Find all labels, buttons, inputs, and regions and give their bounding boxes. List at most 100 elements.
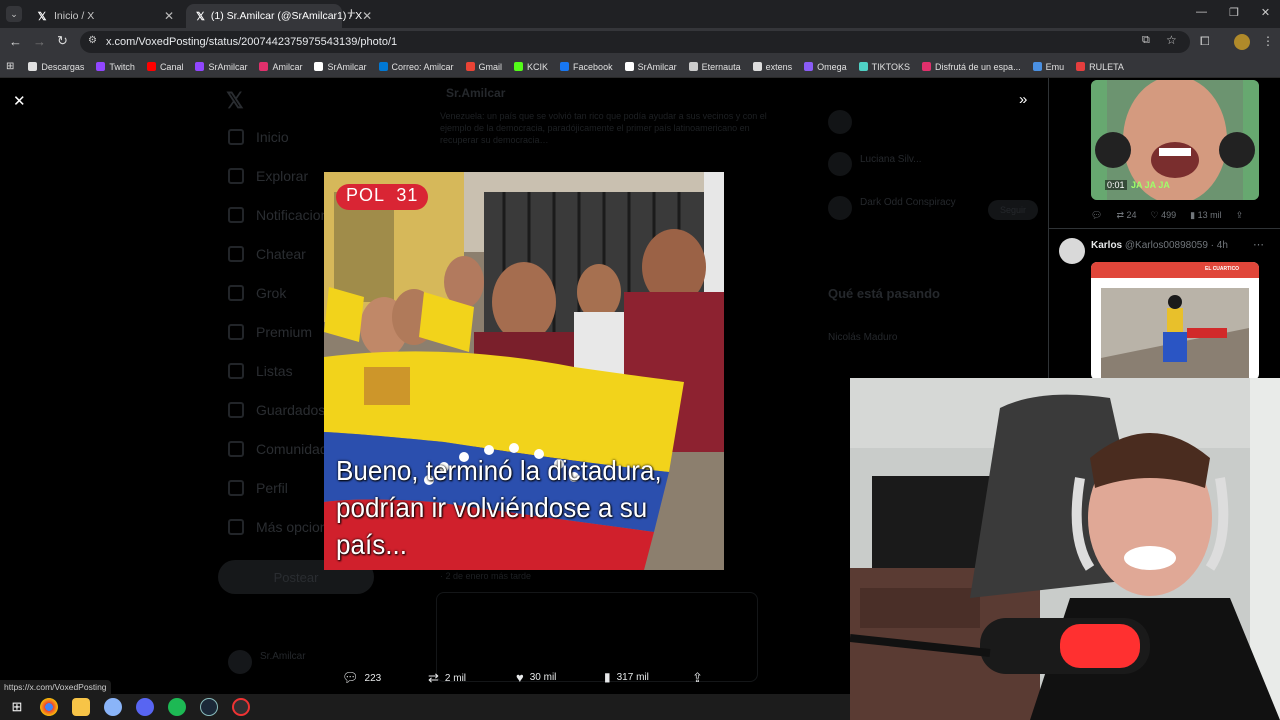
bookmark-item[interactable]: Descargas <box>28 62 84 72</box>
steam-icon[interactable] <box>200 698 218 716</box>
sidebar-item-label: Perfil <box>256 480 288 496</box>
bookmark-item[interactable]: Emu <box>1032 61 1065 72</box>
bookmark-item[interactable]: Correo: Amilcar <box>378 62 454 72</box>
background-post-note: · 2 de enero más tarde <box>440 571 532 581</box>
close-media-icon[interactable]: ✕ <box>13 92 26 110</box>
sidebar-item-label: Inicio <box>256 129 289 145</box>
like-action[interactable]: ♥ 30 mil <box>516 670 556 685</box>
right-feed-column: 0:01 JA JA JA 💬︎ ⇄ 24 ♡ 499 ▮ 13 mil ⇪ K… <box>1048 78 1280 380</box>
reply-action[interactable]: 💬︎ 223 <box>342 670 381 686</box>
repost-stat[interactable]: ⇄ 24 <box>1116 210 1136 221</box>
sidebar-item[interactable]: Premium <box>228 324 312 340</box>
bookmark-item[interactable]: SrAmilcar <box>624 62 677 72</box>
reply-count: 223 <box>364 672 382 684</box>
views-count: 317 mil <box>616 671 649 683</box>
address-bar[interactable]: ⚙ x.com/VoxedPosting/status/200744237597… <box>80 31 1190 53</box>
bookmark-item[interactable]: KCIK <box>514 62 548 72</box>
bookmark-item[interactable]: Facebook <box>560 62 613 72</box>
sidebar-item[interactable]: Grok <box>228 285 286 301</box>
minimize-icon[interactable]: — <box>1196 6 1207 19</box>
tab-inicio[interactable]: 𝕏 Inicio / X ✕ <box>26 4 184 28</box>
sidebar-item-label: Premium <box>256 324 313 340</box>
bookmark-item[interactable]: Omega <box>804 62 847 72</box>
views-action[interactable]: ▮ 317 mil <box>604 670 649 684</box>
tweet2-more-icon[interactable]: ⋯ <box>1253 238 1264 251</box>
bookmark-favicon-icon <box>922 62 932 71</box>
background-post-text: Venezuela: un país que se volvió tan ric… <box>440 111 767 145</box>
tab-sramilcar[interactable]: 𝕏 (1) Sr.Amilcar (@SrAmilcar1) / X ✕ <box>186 4 372 28</box>
new-tab-button[interactable]: + <box>347 5 356 22</box>
file-explorer-icon[interactable] <box>72 698 90 716</box>
sidebar-item-label: Chatear <box>256 246 306 262</box>
menu-icon[interactable]: ⋮ <box>1262 34 1274 48</box>
expand-sidebar-icon[interactable]: » <box>1019 91 1027 108</box>
bookmark-favicon-icon <box>752 62 762 71</box>
account-avatar[interactable] <box>228 650 252 674</box>
bookmark-star-icon[interactable]: ☆ <box>1166 33 1177 47</box>
spotify-icon[interactable] <box>168 698 186 716</box>
bookmark-item[interactable]: Twitch <box>96 62 135 72</box>
discord-icon[interactable] <box>136 698 154 716</box>
extensions-icon[interactable]: ⧠ <box>1200 34 1210 49</box>
like-stat[interactable]: ♡ 499 <box>1151 210 1177 221</box>
bookmark-favicon-icon <box>624 62 634 71</box>
follow-button[interactable]: Seguir <box>988 200 1038 220</box>
site-info-icon[interactable]: ⚙ <box>88 35 97 46</box>
x-logo-icon: 𝕏 <box>37 10 47 23</box>
windows-start-icon[interactable]: ⊞ <box>8 698 26 716</box>
sidebar-item[interactable]: Inicio <box>228 129 289 145</box>
sidebar-item[interactable]: Listas <box>228 363 293 379</box>
apps-grid-icon[interactable]: ⊞ <box>6 61 14 72</box>
close-window-icon[interactable]: ✕ <box>1261 6 1270 19</box>
tweet2-image[interactable]: EL CUARTICO <box>1091 262 1259 380</box>
paint-app-icon[interactable] <box>104 698 122 716</box>
reload-icon[interactable]: ↻ <box>57 33 68 49</box>
sidebar-item[interactable]: Guardados <box>228 402 325 418</box>
tweet2-author[interactable]: Karlos <box>1091 240 1122 251</box>
nav-icon <box>228 324 244 340</box>
bookmark-item[interactable]: SrAmilcar <box>195 62 247 72</box>
bookmark-label: Emu <box>1045 61 1065 72</box>
bookmark-item[interactable]: SrAmilcar <box>314 62 367 72</box>
share-icon[interactable]: ⇪ <box>692 670 703 686</box>
obs-icon[interactable] <box>232 698 250 716</box>
share-icon[interactable]: ⇪ <box>1236 210 1244 221</box>
bookmark-label: Descargas <box>41 61 85 72</box>
views-stat[interactable]: ▮ 13 mil <box>1190 210 1221 221</box>
close-tab-icon[interactable]: ✕ <box>164 9 174 23</box>
bookmark-favicon-icon <box>804 62 814 71</box>
restore-icon[interactable]: ❐ <box>1229 6 1239 19</box>
bookmark-item[interactable]: RULETA <box>1076 62 1124 72</box>
x-home-logo-icon[interactable]: 𝕏 <box>226 88 244 114</box>
media-caption: Bueno, terminó la dictadura, podrían ir … <box>336 455 662 560</box>
profile-avatar[interactable] <box>1234 34 1250 50</box>
reply-icon[interactable]: 💬︎ <box>1091 210 1102 221</box>
card-brand: EL CUARTICO <box>1205 266 1240 272</box>
trend-item[interactable]: Nicolás Maduro <box>828 332 897 343</box>
bookmark-item[interactable]: TIKTOKS <box>858 62 910 72</box>
chrome-icon[interactable] <box>40 698 58 716</box>
tab-search-button[interactable]: ⌄ <box>6 6 22 22</box>
forward-icon[interactable]: → <box>33 34 46 49</box>
nav-icon <box>228 129 244 145</box>
bookmark-item[interactable]: extens <box>752 62 792 72</box>
bookmark-item[interactable]: Canal <box>146 61 184 72</box>
tweet2-avatar[interactable] <box>1059 238 1085 264</box>
bookmark-item[interactable]: Disfrutá de un espa... <box>922 62 1021 72</box>
bookmark-item[interactable]: Gmail <box>465 62 502 72</box>
window-controls: — ❐ ✕ <box>1196 6 1270 19</box>
install-icon[interactable]: ⧉ <box>1142 34 1150 47</box>
url-text: x.com/VoxedPosting/status/20074423759755… <box>106 36 398 48</box>
sidebar-item[interactable]: Perfil <box>228 480 288 496</box>
close-tab-icon[interactable]: ✕ <box>362 9 372 23</box>
sidebar-item[interactable]: Chatear <box>228 246 306 262</box>
back-icon[interactable]: ← <box>9 34 22 49</box>
bookmarks-bar: ⊞ Descargas Twitch Canal SrAmilcar Amilcar Sr… <box>0 56 1280 78</box>
sidebar-item[interactable]: Explorar <box>228 168 308 184</box>
repost-action[interactable]: ⇄ 2 mil <box>428 670 466 686</box>
bookmark-item[interactable]: Amilcar <box>259 62 302 72</box>
sidebar-item-label: Listas <box>256 363 293 379</box>
video-thumbnail[interactable]: 0:01 JA JA JA <box>1091 80 1259 200</box>
bookmark-item[interactable]: Eternauta <box>688 62 741 72</box>
bookmark-label: Canal <box>159 61 184 72</box>
